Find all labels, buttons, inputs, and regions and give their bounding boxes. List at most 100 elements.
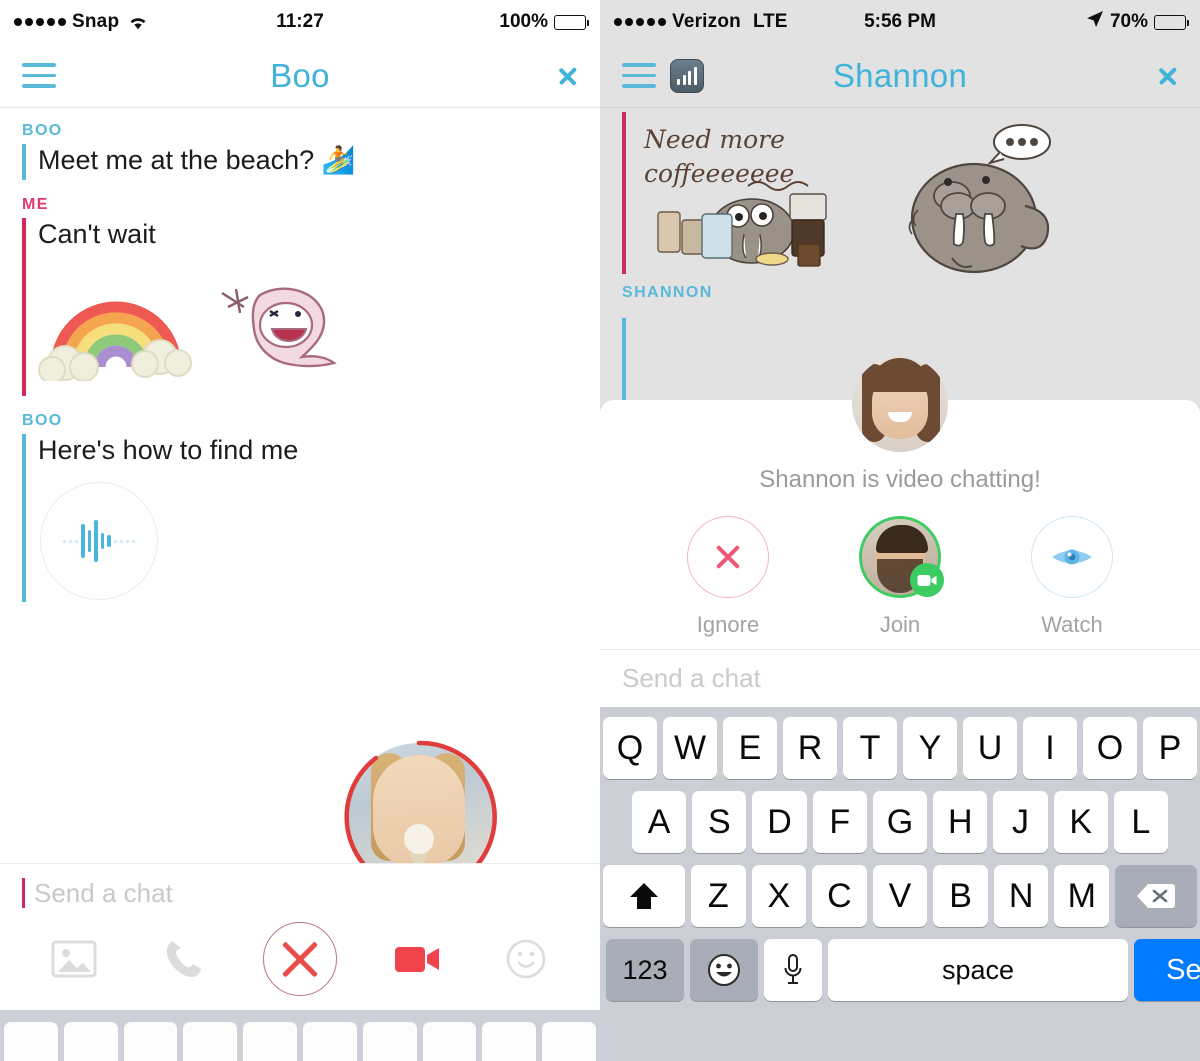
nav-bar-right: Shannon <box>600 44 1200 108</box>
video-camera-icon[interactable] <box>390 931 446 987</box>
shift-arrow-icon[interactable] <box>602 865 685 927</box>
video-chat-actions: Ignore Join Watch <box>600 494 1200 638</box>
audio-waveform-icon[interactable] <box>40 482 158 601</box>
key-p[interactable]: P <box>1143 717 1197 779</box>
keyboard-row-4: 123 space Send <box>603 939 1200 1001</box>
keyboard-key-peek[interactable] <box>183 1022 238 1061</box>
key-h[interactable]: H <box>933 791 988 853</box>
chat-input-bar-left: Send a chat <box>0 863 600 1010</box>
chat-message: BOO Here's how to find me <box>0 396 600 602</box>
keyboard-peek[interactable] <box>0 1010 600 1061</box>
nav-bar-left: Boo <box>0 44 600 108</box>
key-l[interactable]: L <box>1113 791 1168 853</box>
walrus-sticker <box>900 118 1075 288</box>
signal-dots-icon <box>14 18 66 26</box>
status-right-group: 70% <box>1086 10 1189 34</box>
key-j[interactable]: J <box>993 791 1048 853</box>
keyboard-key-peek[interactable] <box>362 1022 417 1061</box>
keyboard-row-3: Z X C V B N M <box>602 865 1198 927</box>
wifi-icon <box>128 15 148 30</box>
shannon-avatar <box>852 356 948 452</box>
status-left-group: Verizon LTE <box>614 11 787 33</box>
key-a[interactable]: A <box>632 791 687 853</box>
keyboard-key-peek[interactable] <box>482 1022 537 1061</box>
key-i[interactable]: I <box>1023 717 1077 779</box>
page-title: Boo <box>270 56 330 94</box>
key-e[interactable]: E <box>723 717 777 779</box>
key-d[interactable]: D <box>752 791 807 853</box>
chat-message: Need more coffeeeeeee <box>600 108 1200 276</box>
backspace-icon[interactable] <box>1115 865 1198 927</box>
key-w[interactable]: W <box>663 717 717 779</box>
key-z[interactable]: Z <box>690 865 746 927</box>
signal-dots-icon <box>614 18 666 26</box>
battery-icon <box>554 14 589 30</box>
join-avatar[interactable] <box>859 516 944 598</box>
ignore-button[interactable]: Ignore <box>653 516 803 638</box>
sticker-row <box>22 271 600 386</box>
video-chat-prompt-card: Shannon is video chatting! Ignore Join W… <box>600 356 1200 649</box>
eye-icon[interactable] <box>1031 516 1113 598</box>
key-f[interactable]: F <box>812 791 867 853</box>
battery-percent: 100% <box>499 11 548 32</box>
rainbow-sticker <box>38 271 194 386</box>
key-v[interactable]: V <box>872 865 928 927</box>
key-q[interactable]: Q <box>603 717 657 779</box>
chat-message: BOO Meet me at the beach? 🏄 <box>0 108 600 186</box>
message-sender-label: BOO <box>22 411 63 429</box>
keyboard-key-peek[interactable] <box>4 1022 58 1061</box>
emoji-face-icon[interactable] <box>690 939 758 1001</box>
keyboard-key-peek[interactable] <box>123 1022 178 1061</box>
battery-percent: 70% <box>1109 11 1148 32</box>
signal-bars-icon[interactable] <box>670 58 704 93</box>
key-b[interactable]: B <box>933 865 988 927</box>
close-video-button[interactable] <box>263 922 337 996</box>
status-left-group: Snap <box>14 11 148 33</box>
chevron-right-icon[interactable] <box>558 60 578 92</box>
hamburger-menu-icon[interactable] <box>622 63 656 88</box>
send-button[interactable]: Send <box>1134 939 1200 1001</box>
key-n[interactable]: N <box>993 865 1049 927</box>
join-button[interactable]: Join <box>825 516 975 638</box>
key-y[interactable]: Y <box>903 717 957 779</box>
keyboard-key-peek[interactable] <box>542 1022 596 1061</box>
key-s[interactable]: S <box>692 791 747 853</box>
key-m[interactable]: M <box>1054 865 1110 927</box>
key-c[interactable]: C <box>812 865 867 927</box>
message-sender-label: SHANNON <box>622 284 713 301</box>
message-accent-bar <box>22 218 26 396</box>
key-k[interactable]: K <box>1053 791 1108 853</box>
chat-input-row[interactable]: Send a chat <box>0 864 600 922</box>
key-o[interactable]: O <box>1083 717 1137 779</box>
chat-input-placeholder: Send a chat <box>34 877 173 908</box>
chevron-right-icon[interactable] <box>1158 60 1178 92</box>
smiley-icon[interactable] <box>498 931 554 987</box>
key-r[interactable]: R <box>783 717 837 779</box>
status-bar-left: Snap 11:27 100% <box>0 0 600 44</box>
keyboard-key-peek[interactable] <box>422 1022 477 1061</box>
battery-icon <box>1154 14 1189 30</box>
keyboard-key-peek[interactable] <box>243 1022 297 1061</box>
phone-icon[interactable] <box>155 931 211 987</box>
message-accent-bar <box>622 318 626 403</box>
keyboard-key-peek[interactable] <box>302 1022 357 1061</box>
svg-text:coffeeeeeee: coffeeeeeee <box>644 159 794 188</box>
numbers-key[interactable]: 123 <box>606 939 684 1001</box>
key-g[interactable]: G <box>872 791 928 853</box>
microphone-icon[interactable] <box>764 939 822 1001</box>
close-x-icon[interactable] <box>687 516 769 598</box>
key-t[interactable]: T <box>843 717 897 779</box>
chat-input-placeholder: Send a chat <box>622 663 761 693</box>
keyboard-key-peek[interactable] <box>63 1022 118 1061</box>
gallery-icon[interactable] <box>46 931 102 987</box>
key-u[interactable]: U <box>963 717 1017 779</box>
location-arrow-icon <box>1086 10 1104 34</box>
video-camera-icon <box>910 563 944 597</box>
ignore-label: Ignore <box>696 612 760 637</box>
watch-button[interactable]: Watch <box>997 516 1147 638</box>
hamburger-menu-icon[interactable] <box>22 63 56 88</box>
key-x[interactable]: X <box>751 865 807 927</box>
message-text: Here's how to find me <box>38 434 299 465</box>
space-key[interactable]: space <box>828 939 1128 1001</box>
chat-input-row[interactable]: Send a chat <box>600 649 1200 707</box>
